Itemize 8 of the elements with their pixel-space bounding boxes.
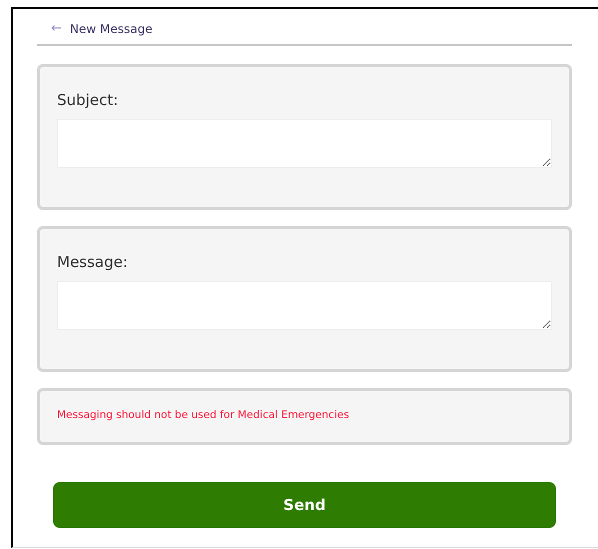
warning-text: Messaging should not be used for Medical Emergencies: [57, 409, 350, 421]
back-arrow-icon[interactable]: ←: [51, 21, 62, 36]
input-field[interactable]: [57, 119, 552, 168]
page-title: New Message: [70, 22, 152, 36]
field-label: Message:: [57, 253, 129, 271]
field-label: Subject:: [57, 91, 120, 109]
send-button[interactable]: Send: [53, 482, 556, 528]
input-field[interactable]: [57, 281, 552, 330]
